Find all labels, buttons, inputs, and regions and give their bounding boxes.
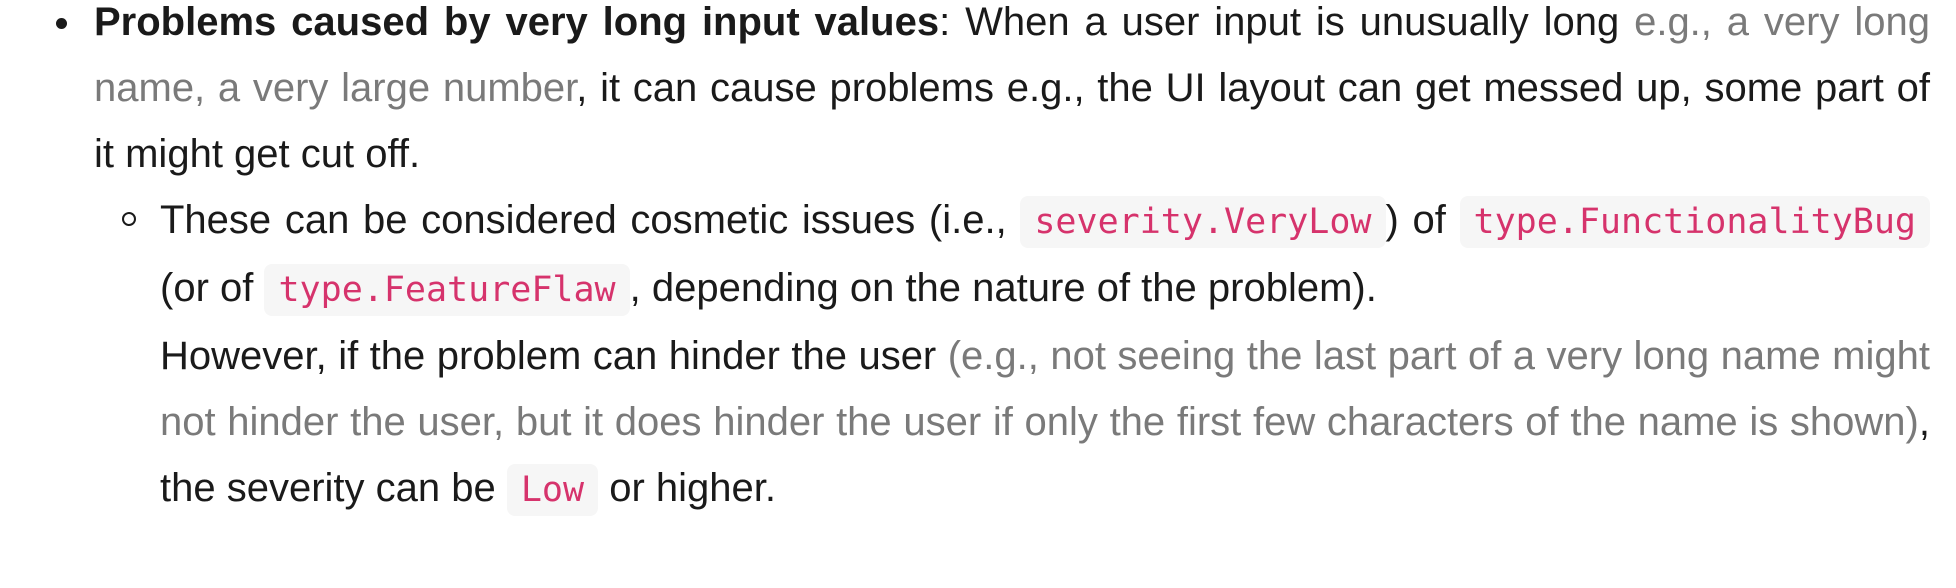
code-severity-verylow: severity.VeryLow: [1020, 196, 1386, 248]
sub-text-4: , depending on the nature of the problem…: [629, 266, 1377, 310]
bullet-text-1: When a user input is unusually long: [950, 0, 1635, 44]
however-text-3: or higher.: [598, 466, 776, 510]
code-low: Low: [506, 464, 599, 516]
bullet-title: Problems caused by very long input value…: [94, 0, 940, 44]
sub-text-1: These can be considered cosmetic issues …: [160, 198, 1021, 242]
bullet-colon: :: [939, 0, 951, 44]
bullet-list: Problems caused by very long input value…: [0, 0, 1956, 523]
cosmetic-paragraph: These can be considered cosmetic issues …: [160, 187, 1931, 323]
sub-text-2: ) of: [1385, 198, 1460, 242]
sub-bullet-list: These can be considered cosmetic issues …: [94, 187, 1931, 523]
document-content: Problems caused by very long input value…: [0, 0, 1956, 523]
however-paragraph: However, if the problem can hinder the u…: [160, 323, 1930, 523]
code-type-functionalitybug: type.FunctionalityBug: [1459, 196, 1931, 248]
sub-text-3: (or of: [160, 266, 265, 310]
however-text-1: However, if the problem can hinder the u…: [160, 334, 948, 378]
sub-list-item-cosmetic-issues: These can be considered cosmetic issues …: [122, 187, 1931, 523]
list-item-long-input-values: Problems caused by very long input value…: [56, 0, 1931, 523]
code-type-featureflaw: type.FeatureFlaw: [264, 264, 630, 316]
